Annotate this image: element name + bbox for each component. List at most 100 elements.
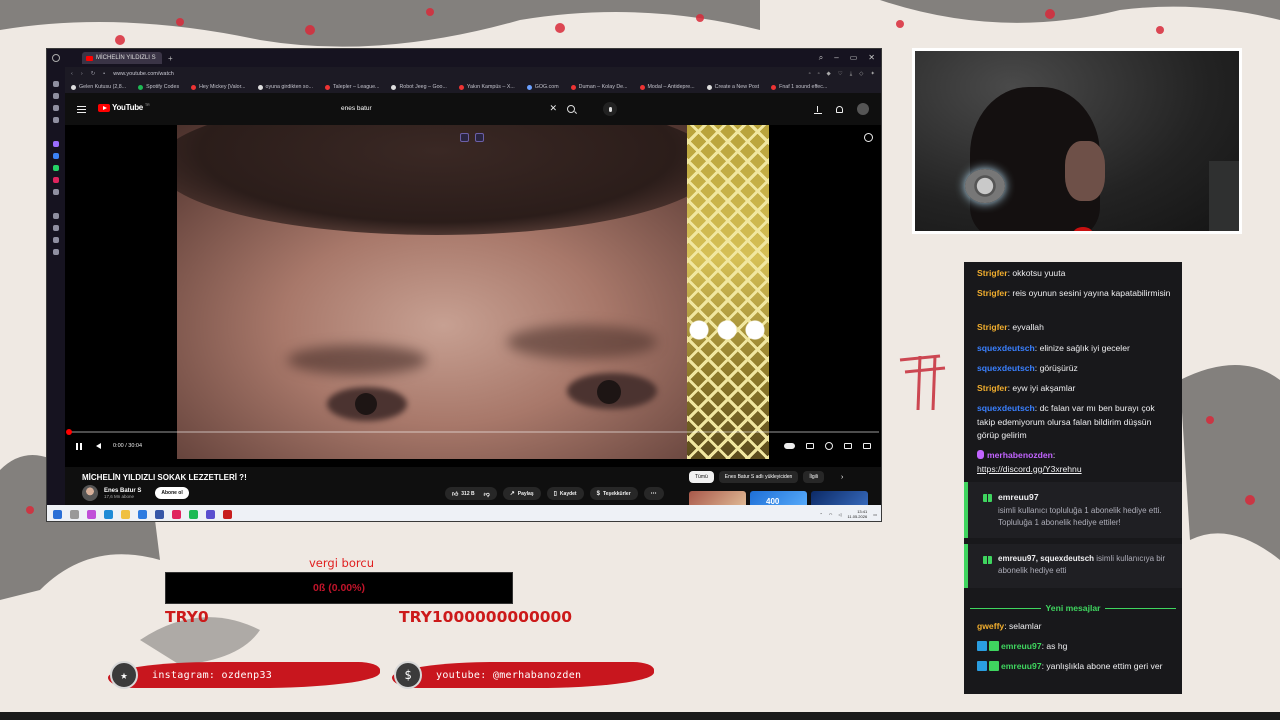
- channel-avatar[interactable]: [82, 485, 98, 501]
- bookmark-item[interactable]: oyuna girdikten so...: [257, 84, 313, 90]
- save-button[interactable]: ▯ Kaydet: [546, 487, 584, 500]
- url-field[interactable]: www.youtube.com/watch: [113, 71, 174, 77]
- back-icon[interactable]: ‹: [71, 71, 73, 77]
- chat-username[interactable]: emreuu97: [1001, 641, 1042, 651]
- bookmarks-icon[interactable]: [53, 117, 59, 123]
- bookmark-item[interactable]: Gelen Kutusu (2,8...: [71, 84, 126, 90]
- search-icon[interactable]: [567, 104, 575, 113]
- chip-related[interactable]: İlgili: [803, 471, 824, 483]
- share-button[interactable]: ↗ Paylaş: [502, 487, 541, 500]
- bookmark-item[interactable]: Duman – Kolay De...: [570, 84, 628, 90]
- copilot-icon[interactable]: [87, 509, 96, 519]
- subscribe-button[interactable]: Abone ol: [155, 487, 189, 499]
- close-icon[interactable]: ✕: [868, 53, 875, 63]
- pip-icon[interactable]: [460, 133, 469, 142]
- chat-username[interactable]: Strigfer: [977, 288, 1008, 298]
- bookmark-item[interactable]: Modal – Antidepre...: [639, 84, 695, 90]
- gifter-names[interactable]: emreuu97, squexdeutsch: [998, 554, 1094, 563]
- more-actions-button[interactable]: ⋯: [643, 487, 664, 500]
- menu-icon[interactable]: [77, 106, 86, 113]
- minimize-icon[interactable]: –: [834, 53, 838, 63]
- store-icon[interactable]: [138, 509, 147, 519]
- player-icon[interactable]: [53, 213, 59, 219]
- youtube-logo[interactable]: YouTube TR: [98, 103, 150, 112]
- bookmark-item[interactable]: Create a New Post: [706, 84, 759, 90]
- ai-icon[interactable]: ✦: [870, 71, 875, 78]
- discord-link[interactable]: https://discord.gg/Y3xrehnu: [977, 464, 1082, 474]
- new-tab-icon[interactable]: +: [168, 54, 173, 63]
- bookmark-item[interactable]: Hey Mickey [Valor...: [191, 84, 246, 90]
- messenger-icon[interactable]: [53, 153, 59, 159]
- chip-from-uploader[interactable]: Enes Batur S adlı yükleyiciden: [718, 471, 799, 483]
- explorer-icon[interactable]: [121, 509, 130, 519]
- lightbulb-icon[interactable]: [53, 237, 59, 243]
- progress-bar[interactable]: [66, 429, 879, 435]
- chat-username[interactable]: Strigfer: [977, 322, 1008, 332]
- app-icon[interactable]: [155, 509, 164, 519]
- pause-icon[interactable]: [76, 442, 82, 450]
- subtitles-icon[interactable]: [806, 443, 814, 449]
- progress-scrubber[interactable]: [66, 429, 72, 435]
- clear-search-icon[interactable]: ✕: [549, 103, 557, 114]
- chat-username[interactable]: gweffy: [977, 621, 1004, 631]
- bookmark-item[interactable]: Spotify Codes: [138, 84, 179, 90]
- chat-username[interactable]: Strigfer: [977, 383, 1008, 393]
- opera-icon[interactable]: [172, 509, 181, 519]
- like-button[interactable]: 👍︎ 312 B 👎︎: [445, 487, 497, 500]
- search-input[interactable]: enes batur: [335, 105, 549, 112]
- chip-all[interactable]: Tümü: [689, 471, 714, 483]
- channel-name[interactable]: Enes Batur S: [104, 488, 141, 494]
- workspace-icon[interactable]: [53, 93, 59, 99]
- bookmark-item[interactable]: Robot Jeeg – Goo...: [391, 84, 447, 90]
- volume-icon[interactable]: [96, 443, 101, 449]
- chat-username[interactable]: squexdeutsch: [977, 343, 1035, 353]
- camera-icon[interactable]: ▫: [818, 71, 820, 78]
- instagram-icon[interactable]: [53, 177, 59, 183]
- bookmark-item[interactable]: GOG.com: [526, 84, 559, 90]
- record-icon[interactable]: [223, 509, 232, 519]
- account-avatar[interactable]: [857, 103, 869, 115]
- maximize-icon[interactable]: ▭: [850, 53, 858, 63]
- x-icon[interactable]: [53, 189, 59, 195]
- autoplay-toggle[interactable]: [784, 443, 795, 449]
- shield-icon[interactable]: ◆: [827, 71, 831, 78]
- discord-icon[interactable]: [206, 509, 215, 519]
- browser-menu-icon[interactable]: [52, 54, 60, 62]
- wallet-icon[interactable]: [53, 105, 59, 111]
- bookmark-item[interactable]: Fnaf 1 sound effec...: [771, 84, 827, 90]
- skip-icon[interactable]: [475, 133, 484, 142]
- thanks-button[interactable]: $ Teşekkürler: [589, 487, 638, 500]
- start-icon[interactable]: [53, 509, 62, 519]
- heart-icon[interactable]: ♡: [838, 71, 843, 78]
- clock-icon[interactable]: [53, 225, 59, 231]
- edge-icon[interactable]: [104, 509, 113, 519]
- tray-chevron-icon[interactable]: ⌃: [820, 512, 823, 517]
- chevron-right-icon[interactable]: ›: [841, 474, 843, 481]
- bookmark-item[interactable]: Talepler – League...: [324, 84, 379, 90]
- chat-username[interactable]: merhabenozden: [987, 450, 1053, 460]
- upload-icon[interactable]: [814, 105, 822, 114]
- voice-search-button[interactable]: [603, 102, 617, 116]
- notifications-icon[interactable]: [836, 105, 843, 113]
- spotify-icon[interactable]: [189, 509, 198, 519]
- fullscreen-icon[interactable]: [863, 443, 871, 449]
- reload-icon[interactable]: ↻: [91, 71, 96, 77]
- browser-tab[interactable]: MİCHELİN YILDIZLI S: [82, 52, 162, 64]
- settings-icon[interactable]: [53, 249, 59, 255]
- speaker-icon[interactable]: ◁: [838, 512, 841, 517]
- notification-icon[interactable]: ▭: [873, 512, 877, 517]
- chat-username[interactable]: squexdeutsch: [977, 403, 1035, 413]
- extensions-icon[interactable]: ◇: [859, 71, 863, 78]
- chat-username[interactable]: squexdeutsch: [977, 363, 1035, 373]
- page-icon[interactable]: ▫: [809, 71, 811, 78]
- clock[interactable]: 13:41 11.05.2026: [847, 509, 867, 519]
- twitch-icon[interactable]: [53, 141, 59, 147]
- bookmark-item[interactable]: Yakın Kampüs – X...: [458, 84, 515, 90]
- thumbs-down-icon[interactable]: 👎︎: [484, 490, 490, 498]
- gifter-name[interactable]: emreuu97: [998, 492, 1039, 502]
- chat-username[interactable]: Strigfer: [977, 268, 1008, 278]
- wifi-icon[interactable]: ◠: [829, 512, 833, 517]
- search-tabs-icon[interactable]: ⌕: [819, 53, 823, 63]
- new-messages-divider[interactable]: Yeni mesajlar: [970, 602, 1177, 616]
- video-player[interactable]: 0:00 / 30:04: [65, 125, 881, 467]
